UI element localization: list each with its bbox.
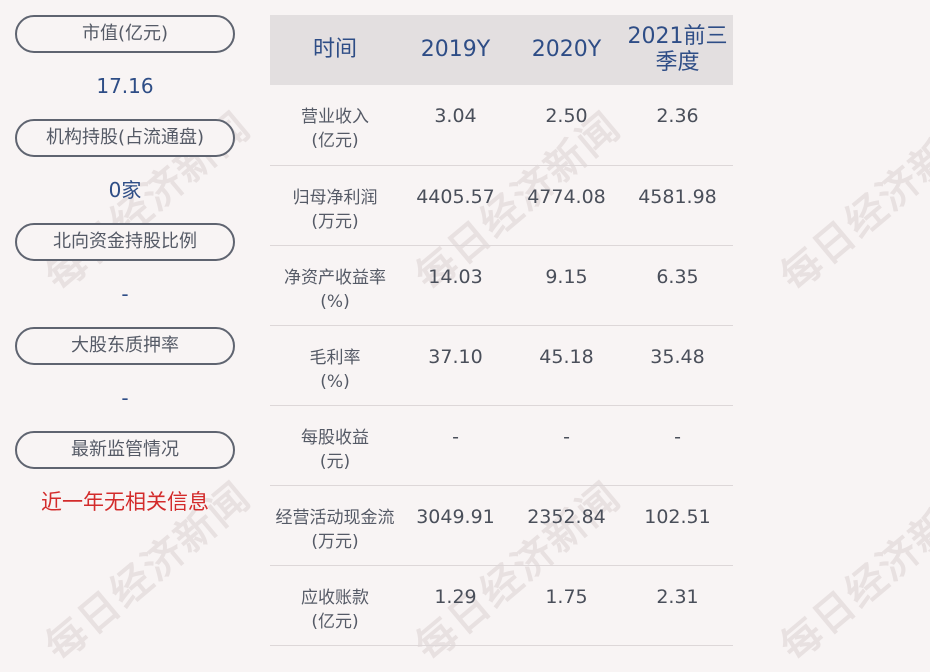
table-header-row: 时间 2019Y 2020Y 2021前三季度 xyxy=(270,15,733,85)
pledge-value: - xyxy=(121,386,129,410)
metric-label: 经营活动现金流 (万元) xyxy=(275,507,395,552)
row-label: 毛利率 (%) xyxy=(270,325,400,406)
financial-table: 时间 2019Y 2020Y 2021前三季度 营业收入 (亿元) 3.04 2… xyxy=(270,15,733,646)
cell-2020: 45.18 xyxy=(511,325,622,406)
table-row: 经营活动现金流 (万元) 3049.91 2352.84 102.51 xyxy=(270,485,733,566)
watermark: 每日经济新闻 xyxy=(772,103,930,301)
watermark: 每日经济新闻 xyxy=(772,473,930,671)
row-label: 净资产收益率 (%) xyxy=(270,245,400,326)
metric-label: 毛利率 (%) xyxy=(309,347,361,392)
cell-2021: 102.51 xyxy=(622,485,733,566)
table-row: 营业收入 (亿元) 3.04 2.50 2.36 xyxy=(270,85,733,166)
market-value: 17.16 xyxy=(96,74,154,98)
cell-2019: 1.29 xyxy=(400,565,511,646)
metric-label: 每股收益 (元) xyxy=(301,427,369,472)
metric-label: 净资产收益率 (%) xyxy=(284,267,386,312)
header-time: 时间 xyxy=(270,15,400,85)
header-2020: 2020Y xyxy=(511,15,622,85)
summary-panel: 市值(亿元) 17.16 机构持股(占流通盘) 0家 北向资金持股比例 - 大股… xyxy=(15,15,235,535)
cell-2021: 6.35 xyxy=(622,245,733,326)
row-label: 营业收入 (亿元) xyxy=(270,85,400,166)
row-label: 经营活动现金流 (万元) xyxy=(270,485,400,566)
supervision-label: 最新监管情况 xyxy=(15,431,235,469)
cell-2020: 1.75 xyxy=(511,565,622,646)
row-label: 每股收益 (元) xyxy=(270,405,400,486)
cell-2020: - xyxy=(511,405,622,486)
table-row: 净资产收益率 (%) 14.03 9.15 6.35 xyxy=(270,245,733,326)
table-row: 每股收益 (元) - - - xyxy=(270,405,733,486)
table-row: 归母净利润 (万元) 4405.57 4774.08 4581.98 xyxy=(270,165,733,246)
cell-2021: - xyxy=(622,405,733,486)
institution-holding-label: 机构持股(占流通盘) xyxy=(15,119,235,157)
cell-2020: 2.50 xyxy=(511,85,622,166)
supervision-value: 近一年无相关信息 xyxy=(41,490,209,514)
cell-2019: - xyxy=(400,405,511,486)
pledge-label: 大股东质押率 xyxy=(15,327,235,365)
market-value-label: 市值(亿元) xyxy=(15,15,235,53)
metric-label: 营业收入 (亿元) xyxy=(301,107,369,151)
cell-2021: 2.31 xyxy=(622,565,733,646)
cell-2019: 3049.91 xyxy=(400,485,511,566)
header-2019: 2019Y xyxy=(400,15,511,85)
cell-2019: 14.03 xyxy=(400,245,511,326)
northbound-value: - xyxy=(121,282,129,306)
header-2021: 2021前三季度 xyxy=(622,15,733,85)
cell-2019: 37.10 xyxy=(400,325,511,406)
table-row: 毛利率 (%) 37.10 45.18 35.48 xyxy=(270,325,733,406)
metric-label: 应收账款 (亿元) xyxy=(301,587,369,632)
row-label: 归母净利润 (万元) xyxy=(270,165,400,246)
metric-label: 归母净利润 (万元) xyxy=(292,187,378,232)
cell-2020: 4774.08 xyxy=(511,165,622,246)
northbound-label: 北向资金持股比例 xyxy=(15,223,235,261)
row-label: 应收账款 (亿元) xyxy=(270,565,400,646)
table-row: 应收账款 (亿元) 1.29 1.75 2.31 xyxy=(270,565,733,646)
cell-2021: 4581.98 xyxy=(622,165,733,246)
cell-2019: 4405.57 xyxy=(400,165,511,246)
cell-2021: 2.36 xyxy=(622,85,733,166)
cell-2021: 35.48 xyxy=(622,325,733,406)
cell-2019: 3.04 xyxy=(400,85,511,166)
cell-2020: 9.15 xyxy=(511,245,622,326)
cell-2020: 2352.84 xyxy=(511,485,622,566)
institution-holding-value: 0家 xyxy=(108,178,142,202)
